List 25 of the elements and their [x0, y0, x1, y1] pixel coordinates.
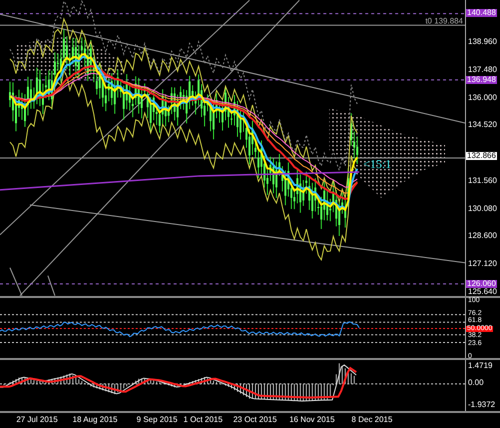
macd-value-label: -1.9372	[467, 401, 496, 409]
target-price-label: t0 139.884	[425, 16, 463, 26]
current-price-label: 132.866	[466, 152, 497, 160]
price-label: 130.080	[467, 204, 498, 213]
price-label: 125.640	[467, 288, 498, 296]
level-label: 126.060	[466, 280, 497, 288]
macd-value-label: 1.4719	[467, 362, 494, 370]
price-label: 136.000	[467, 94, 498, 102]
price-label: 138.960	[467, 38, 498, 46]
date-label: 16 Nov 2015	[289, 415, 335, 424]
date-label: 23 Oct 2015	[233, 415, 277, 424]
price-label: 128.600	[467, 232, 498, 240]
ratio-label: <15:1	[363, 156, 392, 171]
macd-value-label: 0.00	[467, 378, 485, 387]
date-label: 1 Oct 2015	[183, 415, 223, 424]
price-label: 134.520	[467, 121, 498, 130]
price-label: 137.480	[467, 66, 498, 74]
price-label: 127.120	[467, 260, 498, 268]
date-label: 27 Jul 2015	[16, 415, 58, 424]
date-label: 9 Sep 2015	[136, 415, 178, 424]
level-label: 140.488	[466, 9, 497, 18]
price-label: 131.560	[467, 176, 498, 185]
date-label: 18 Aug 2015	[72, 415, 118, 424]
level-label: 136.948	[466, 76, 497, 84]
date-label: 8 Dec 2015	[352, 415, 392, 424]
